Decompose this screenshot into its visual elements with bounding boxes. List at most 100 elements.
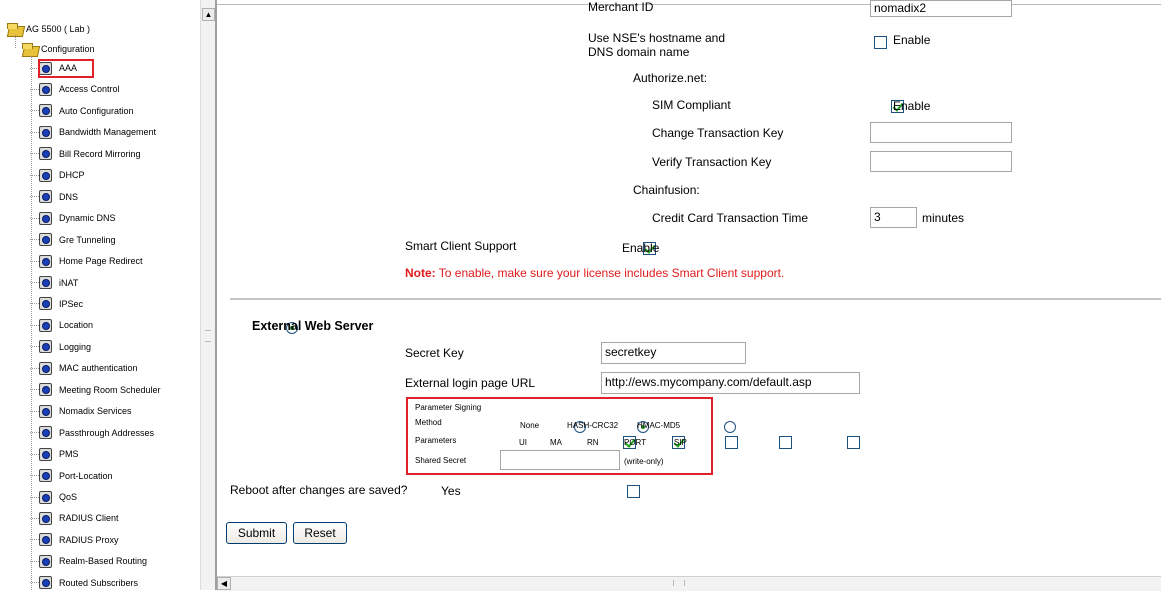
- nse-enable-checkbox[interactable]: [874, 36, 887, 50]
- page-icon: [39, 554, 52, 568]
- page-icon: [39, 318, 52, 332]
- cc-transaction-time-input[interactable]: 3: [870, 207, 917, 228]
- tree-item-radius-client[interactable]: RADIUS Client: [30, 510, 119, 526]
- smart-client-note: Note: To enable, make sure your license …: [405, 266, 784, 280]
- pane-divider[interactable]: [215, 0, 217, 590]
- tree-item-routed-subscribers[interactable]: Routed Subscribers: [30, 575, 138, 590]
- tree-connector: [30, 260, 39, 262]
- page-icon: [39, 511, 52, 525]
- tree-connector: [30, 539, 39, 541]
- nse-hostname-label: Use NSE's hostname and: [588, 31, 726, 45]
- tree-item-inat[interactable]: iNAT: [30, 275, 78, 291]
- tree-connector: [30, 174, 39, 176]
- tree-connector: [30, 410, 39, 412]
- tree-item-label: Home Page Redirect: [59, 256, 143, 267]
- tree-item-gre-tunneling[interactable]: Gre Tunneling: [30, 232, 116, 248]
- submit-button[interactable]: Submit: [226, 522, 287, 544]
- login-url-label: External login page URL: [405, 376, 536, 390]
- tree-item-logging[interactable]: Logging: [30, 339, 91, 355]
- tree-item-label: Gre Tunneling: [59, 234, 116, 245]
- change-transaction-key-input[interactable]: [870, 122, 1012, 143]
- tree-item-label: Bill Record Mirroring: [59, 148, 141, 159]
- login-url-input[interactable]: http://ews.mycompany.com/default.asp: [601, 372, 860, 394]
- tree-scrollbar[interactable]: ▲: [200, 0, 215, 590]
- tree-item-dns[interactable]: DNS: [30, 189, 78, 205]
- page-icon: [39, 168, 52, 182]
- page-icon: [39, 383, 52, 397]
- tree-connector: [30, 475, 39, 477]
- horizontal-scrollbar[interactable]: ◀: [217, 576, 1161, 591]
- tree-item-label: Meeting Room Scheduler: [59, 384, 161, 395]
- tree-connector: [30, 282, 39, 283]
- tree-item-label: RADIUS Client: [59, 513, 119, 524]
- tree-item-label: iNAT: [59, 277, 79, 288]
- tree-node-configuration[interactable]: Configuration: [22, 41, 95, 57]
- tree-connector: [30, 153, 39, 155]
- tree-item-pms[interactable]: PMS: [30, 446, 79, 462]
- verify-transaction-key-input[interactable]: [870, 151, 1012, 172]
- tree-item-label: Passthrough Addresses: [59, 427, 155, 438]
- tree-item-qos[interactable]: QoS: [30, 489, 77, 505]
- tree-item-radius-proxy[interactable]: RADIUS Proxy: [30, 532, 119, 548]
- method-hash-crc32-label: HASH-CRC32: [567, 421, 619, 430]
- tree-item-meeting-room-scheduler[interactable]: Meeting Room Scheduler: [30, 382, 161, 398]
- smart-client-enable-label: Enable: [622, 241, 660, 255]
- section-divider: [230, 298, 1161, 300]
- minutes-label: minutes: [922, 211, 965, 225]
- page-icon: [39, 297, 52, 311]
- page-icon: [39, 211, 52, 225]
- tree-item-port-location[interactable]: Port-Location: [30, 468, 113, 484]
- tree-root[interactable]: AG 5500 ( Lab ): [7, 21, 90, 37]
- page-icon: [39, 276, 52, 289]
- scroll-up-arrow-icon[interactable]: ▲: [202, 8, 215, 21]
- tree-item-location[interactable]: Location: [30, 317, 93, 333]
- param-rn-checkbox[interactable]: [725, 436, 739, 450]
- reboot-checkbox[interactable]: [627, 485, 641, 499]
- method-none-label: None: [520, 421, 540, 430]
- scroll-left-arrow-icon[interactable]: ◀: [217, 577, 231, 590]
- tree-connector: [30, 303, 39, 305]
- tree-connector: [30, 196, 39, 198]
- tree-connector: [30, 346, 39, 348]
- nse-enable-label: Enable: [893, 33, 931, 47]
- parameter-signing-heading: Parameter Signing: [415, 403, 482, 412]
- tree-item-bandwidth-management[interactable]: Bandwidth Management: [30, 124, 156, 140]
- tree-item-label: PMS: [59, 449, 79, 460]
- tree-item-label: RADIUS Proxy: [59, 534, 119, 545]
- nse-domain-label: DNS domain name: [588, 45, 690, 59]
- param-port-label: PORT: [624, 438, 647, 447]
- method-hmac-md5-radio[interactable]: [723, 420, 736, 433]
- scroll-grip: [205, 330, 211, 342]
- tree-item-label: Bandwidth Management: [59, 127, 157, 138]
- tree-item-label: Nomadix Services: [59, 406, 132, 417]
- sim-enable-label: Enable: [893, 99, 931, 113]
- tree-item-home-page-redirect[interactable]: Home Page Redirect: [30, 253, 143, 269]
- param-port-checkbox[interactable]: [778, 436, 792, 450]
- tree-item-dynamic-dns[interactable]: Dynamic DNS: [30, 210, 116, 226]
- tree-item-realm-based-routing[interactable]: Realm-Based Routing: [30, 553, 147, 569]
- tree-item-passthrough-addresses[interactable]: Passthrough Addresses: [30, 425, 154, 441]
- reset-button[interactable]: Reset: [293, 522, 347, 544]
- shared-secret-input[interactable]: [500, 450, 620, 470]
- scroll-grip: [673, 580, 685, 586]
- note-text: To enable, make sure your license includ…: [435, 266, 785, 280]
- tree-item-label: Location: [59, 320, 94, 331]
- tree-item-access-control[interactable]: Access Control: [30, 81, 120, 97]
- page-icon: [39, 447, 52, 461]
- tree-item-ipsec[interactable]: IPSec: [30, 296, 83, 312]
- tree-connector: [30, 367, 39, 369]
- secret-key-input[interactable]: secretkey: [601, 342, 746, 364]
- tree-item-mac-authentication[interactable]: MAC authentication: [30, 360, 138, 376]
- secret-key-label: Secret Key: [405, 346, 464, 360]
- shared-secret-label: Shared Secret: [415, 456, 467, 465]
- merchant-id-input[interactable]: nomadix2: [870, 0, 1012, 17]
- verify-transaction-key-label: Verify Transaction Key: [652, 155, 772, 169]
- tree-item-auto-configuration[interactable]: Auto Configuration: [30, 103, 134, 119]
- tree-item-label: MAC authentication: [59, 363, 138, 374]
- tree-item-dhcp[interactable]: DHCP: [30, 167, 85, 183]
- tree-item-nomadix-services[interactable]: Nomadix Services: [30, 403, 132, 419]
- tree-connector: [30, 217, 39, 219]
- page-icon: [39, 82, 52, 96]
- tree-item-bill-record-mirroring[interactable]: Bill Record Mirroring: [30, 146, 141, 162]
- param-sip-checkbox[interactable]: [846, 436, 860, 450]
